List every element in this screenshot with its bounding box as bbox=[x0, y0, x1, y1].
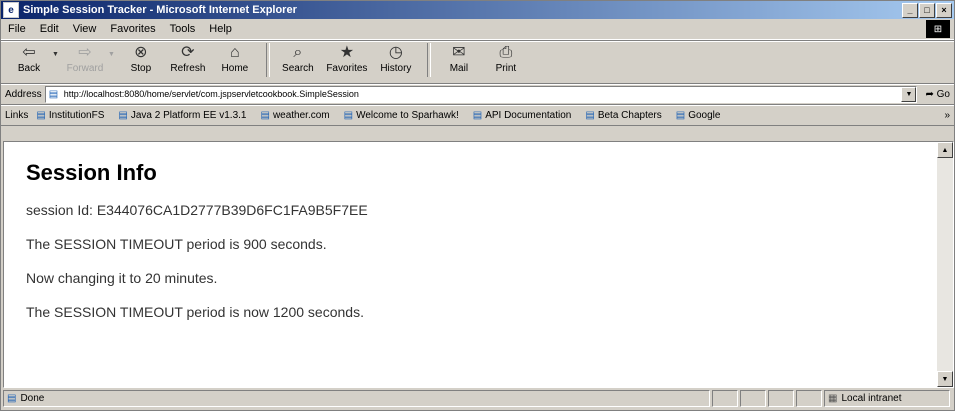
forward-dropdown-icon[interactable]: ▼ bbox=[108, 51, 115, 58]
print-icon: ⎙ bbox=[499, 44, 513, 61]
home-button[interactable]: ⌂ Home bbox=[213, 43, 257, 74]
address-label: Address bbox=[5, 88, 42, 100]
address-input[interactable]: ▤ http://localhost:8080/home/servlet/com… bbox=[44, 85, 918, 103]
standard-toolbar: ⇦ Back ▼ ⇨ Forward ▼ ⊗ Stop ⟳ Refresh ⌂ … bbox=[1, 40, 954, 84]
ie-logo-icon: e bbox=[3, 2, 19, 18]
new-timeout-line: The SESSION TIMEOUT period is now 1200 s… bbox=[26, 304, 364, 320]
page-icon: ▤ bbox=[675, 109, 686, 121]
links-more-button[interactable]: » bbox=[944, 110, 950, 121]
forward-arrow-icon: ⇨ bbox=[78, 44, 92, 61]
link-item[interactable]: ▤ weather.com bbox=[260, 110, 329, 121]
menu-file[interactable]: File bbox=[1, 23, 33, 35]
windows-logo-icon: ⊞ bbox=[926, 20, 950, 38]
menu-favorites[interactable]: Favorites bbox=[103, 23, 162, 35]
menu-view[interactable]: View bbox=[66, 23, 104, 35]
vertical-scrollbar[interactable]: ▲ ▼ bbox=[937, 142, 953, 387]
status-cell bbox=[740, 390, 766, 407]
changing-line: Now changing it to 20 minutes. bbox=[26, 270, 218, 286]
refresh-icon: ⟳ bbox=[181, 44, 195, 61]
browser-window: e Simple Session Tracker - Microsoft Int… bbox=[0, 0, 955, 411]
page-icon: ▤ bbox=[36, 109, 46, 121]
link-item[interactable]: ▤ API Documentation bbox=[473, 110, 572, 121]
links-bar: Links ▤ InstitutionFS ▤ Java 2 Platform EE… bbox=[1, 105, 954, 126]
address-bar: Address ▤ http://localhost:8080/home/ser… bbox=[1, 84, 954, 105]
history-icon: ◷ bbox=[388, 44, 403, 61]
page-icon: ▤ bbox=[472, 109, 483, 121]
window-title: Simple Session Tracker - Microsoft Inter… bbox=[23, 4, 297, 16]
toolbar-separator bbox=[265, 43, 270, 77]
links-label: Links bbox=[5, 109, 29, 121]
mail-button[interactable]: ✉ Mail bbox=[437, 43, 481, 74]
page-content-area: Session Info session Id: E344076CA1D2777… bbox=[3, 141, 954, 388]
favorites-button[interactable]: ★ Favorites bbox=[323, 43, 371, 74]
page-icon: ▤ bbox=[585, 109, 595, 121]
forward-button[interactable]: ⇨ Forward bbox=[63, 43, 107, 74]
go-arrow-icon: ➦ bbox=[925, 88, 934, 100]
print-button[interactable]: ⎙ Print bbox=[484, 43, 528, 74]
mail-icon: ✉ bbox=[452, 44, 466, 61]
maximize-button[interactable]: □ bbox=[919, 2, 935, 18]
back-dropdown-icon[interactable]: ▼ bbox=[52, 51, 59, 58]
intranet-icon: ▦ bbox=[828, 393, 838, 404]
home-icon: ⌂ bbox=[230, 44, 240, 61]
status-cell bbox=[712, 390, 738, 407]
status-cell bbox=[796, 390, 822, 407]
minimize-button[interactable]: _ bbox=[902, 2, 918, 18]
stop-icon: ⊗ bbox=[134, 44, 148, 61]
menu-bar: File Edit View Favorites Tools Help ⊞ bbox=[1, 19, 954, 40]
status-cell bbox=[768, 390, 794, 407]
page-icon: ▤ bbox=[48, 88, 59, 100]
scroll-down-button[interactable]: ▼ bbox=[937, 371, 953, 387]
page-icon: ▤ bbox=[118, 109, 128, 121]
address-dropdown-button[interactable]: ▼ bbox=[901, 86, 917, 102]
history-button[interactable]: ◷ History bbox=[374, 43, 418, 74]
scroll-up-button[interactable]: ▲ bbox=[937, 142, 953, 158]
search-icon: ⌕ bbox=[293, 44, 303, 61]
link-item[interactable]: ▤ Beta Chapters bbox=[585, 110, 661, 121]
status-bar: ▤ Done ▦ Local intranet bbox=[3, 389, 952, 408]
page-heading: Session Info bbox=[26, 160, 157, 185]
link-item[interactable]: ▤ Google bbox=[676, 110, 721, 121]
page-icon: ▤ bbox=[260, 109, 270, 121]
back-button[interactable]: ⇦ Back bbox=[7, 43, 51, 74]
web-page: Session Info session Id: E344076CA1D2777… bbox=[4, 142, 937, 387]
toolbar-separator bbox=[426, 43, 431, 77]
menu-edit[interactable]: Edit bbox=[33, 23, 66, 35]
link-item[interactable]: ▤ Welcome to Sparhawk! bbox=[344, 110, 459, 121]
link-item[interactable]: ▤ InstitutionFS bbox=[36, 110, 104, 121]
refresh-button[interactable]: ⟳ Refresh bbox=[166, 43, 210, 74]
link-item[interactable]: ▤ Java 2 Platform EE v1.3.1 bbox=[118, 110, 246, 121]
page-icon: ▤ bbox=[7, 393, 17, 404]
search-button[interactable]: ⌕ Search bbox=[276, 43, 320, 74]
timeout-line: The SESSION TIMEOUT period is 900 second… bbox=[26, 236, 327, 252]
stop-button[interactable]: ⊗ Stop bbox=[119, 43, 163, 74]
title-bar[interactable]: e Simple Session Tracker - Microsoft Int… bbox=[1, 1, 954, 19]
back-arrow-icon: ⇦ bbox=[22, 44, 36, 61]
session-id-line: session Id: E344076CA1D2777B39D6FC1FA9B5… bbox=[26, 202, 368, 218]
zone-cell: ▦ Local intranet bbox=[824, 390, 950, 407]
menu-tools[interactable]: Tools bbox=[163, 23, 203, 35]
go-button[interactable]: ➦ Go bbox=[925, 89, 950, 100]
address-url[interactable]: http://localhost:8080/home/servlet/com.j… bbox=[64, 89, 902, 99]
status-text-cell: ▤ Done bbox=[3, 390, 710, 407]
page-icon: ▤ bbox=[343, 109, 354, 121]
menu-help[interactable]: Help bbox=[202, 23, 239, 35]
close-button[interactable]: × bbox=[936, 2, 952, 18]
favorites-icon: ★ bbox=[339, 44, 355, 61]
